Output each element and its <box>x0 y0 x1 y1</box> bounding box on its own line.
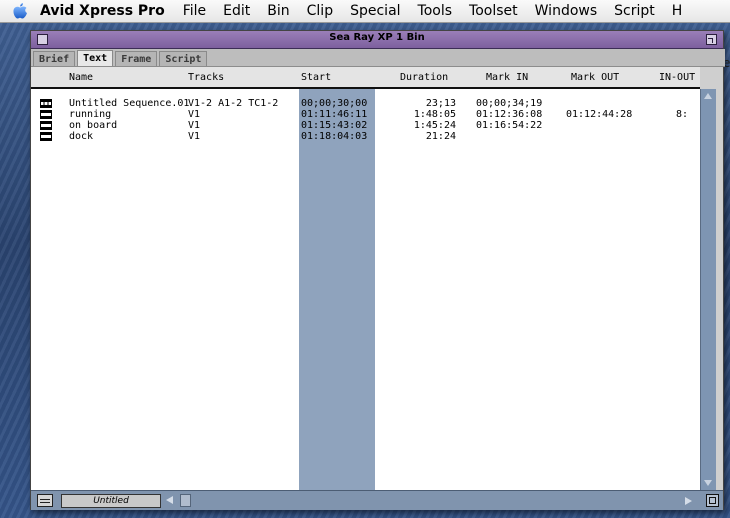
row-mark-in: 01:12:36:08 <box>476 109 543 120</box>
bin-content: Untitled Sequence.01 V1-2 A1-2 TC1-2 00;… <box>31 89 700 490</box>
table-row[interactable]: on board V1 01:15:43:02 1:45:24 01:16:54… <box>31 120 700 131</box>
row-mark-in: 00;00;34;19 <box>476 98 543 109</box>
menu-script[interactable]: Script <box>614 3 655 19</box>
column-mark-out[interactable]: Mark OUT <box>571 72 619 83</box>
row-start: 01:15:43:02 <box>301 120 368 131</box>
row-tracks: V1-2 A1-2 TC1-2 <box>188 98 279 109</box>
bin-fast-menu-button[interactable] <box>37 494 53 507</box>
row-duration: 23;13 <box>425 98 456 109</box>
vertical-scrollbar[interactable] <box>700 89 716 490</box>
row-start: 00;00;30;00 <box>301 98 368 109</box>
window-title: Sea Ray XP 1 Bin <box>329 32 425 43</box>
row-mark-out: 01:12:44:28 <box>566 109 633 120</box>
row-name: on board <box>69 120 118 131</box>
menu-tools[interactable]: Tools <box>418 3 453 19</box>
scroll-right-arrow-icon[interactable] <box>681 495 695 507</box>
column-mark-in[interactable]: Mark IN <box>486 72 528 83</box>
row-duration: 21:24 <box>425 131 456 142</box>
resize-handle[interactable] <box>706 494 719 507</box>
scroll-left-arrow-icon[interactable] <box>164 494 178 506</box>
menu-clip[interactable]: Clip <box>307 3 333 19</box>
tab-script[interactable]: Script <box>159 51 208 66</box>
column-duration[interactable]: Duration <box>400 72 448 83</box>
tab-brief[interactable]: Brief <box>33 51 76 66</box>
bin-bottom-bar: Untitled <box>31 490 723 510</box>
bin-view-tabs: Brief Text Frame Script <box>31 49 725 67</box>
start-column-highlight <box>299 89 375 490</box>
row-tracks: V1 <box>188 120 201 131</box>
table-row[interactable]: dock V1 01:18:04:03 21:24 <box>31 131 700 142</box>
menu-bin[interactable]: Bin <box>267 3 289 19</box>
apple-menu-icon[interactable] <box>0 2 40 20</box>
row-duration: 1:48:05 <box>413 109 456 120</box>
menu-windows[interactable]: Windows <box>535 3 598 19</box>
menu-overflow[interactable]: H <box>672 3 683 19</box>
menu-special[interactable]: Special <box>350 3 400 19</box>
menu-toolset[interactable]: Toolset <box>469 3 518 19</box>
clip-icon <box>40 132 52 144</box>
menu-app-name[interactable]: Avid Xpress Pro <box>40 3 165 19</box>
menu-file[interactable]: File <box>183 3 206 19</box>
row-name: dock <box>69 131 94 142</box>
scroll-up-arrow-icon[interactable] <box>704 93 712 99</box>
row-tracks: V1 <box>188 131 201 142</box>
row-tracks: V1 <box>188 109 201 120</box>
row-in-out: 8: <box>675 109 688 120</box>
zoom-box[interactable] <box>706 34 717 45</box>
column-tracks[interactable]: Tracks <box>188 72 224 83</box>
column-header: Name Tracks Start Duration Mark IN Mark … <box>31 67 700 89</box>
row-start: 01:11:46:11 <box>301 109 368 120</box>
horizontal-scroll-thumb[interactable] <box>180 494 191 507</box>
row-start: 01:18:04:03 <box>301 131 368 142</box>
row-mark-in: 01:16:54:22 <box>476 120 543 131</box>
tab-text[interactable]: Text <box>77 50 114 66</box>
menubar: Avid Xpress Pro File Edit Bin Clip Speci… <box>0 0 730 23</box>
row-duration: 1:45:24 <box>413 120 456 131</box>
column-in-out[interactable]: IN-OUT <box>659 72 695 83</box>
row-name: running <box>69 109 112 120</box>
menu-edit[interactable]: Edit <box>223 3 250 19</box>
scroll-down-arrow-icon[interactable] <box>704 480 712 486</box>
column-name[interactable]: Name <box>69 72 93 83</box>
row-name: Untitled Sequence.01 <box>69 98 190 109</box>
table-row[interactable]: Untitled Sequence.01 V1-2 A1-2 TC1-2 00;… <box>31 98 700 109</box>
bin-window: Sea Ray XP 1 Bin Brief Text Frame Script… <box>30 30 725 510</box>
column-start[interactable]: Start <box>301 72 331 83</box>
bin-view-selector[interactable]: Untitled <box>61 494 161 508</box>
tab-frame[interactable]: Frame <box>115 51 158 66</box>
table-row[interactable]: running V1 01:11:46:11 1:48:05 01:12:36:… <box>31 109 700 120</box>
title-bar[interactable]: Sea Ray XP 1 Bin <box>31 31 723 49</box>
